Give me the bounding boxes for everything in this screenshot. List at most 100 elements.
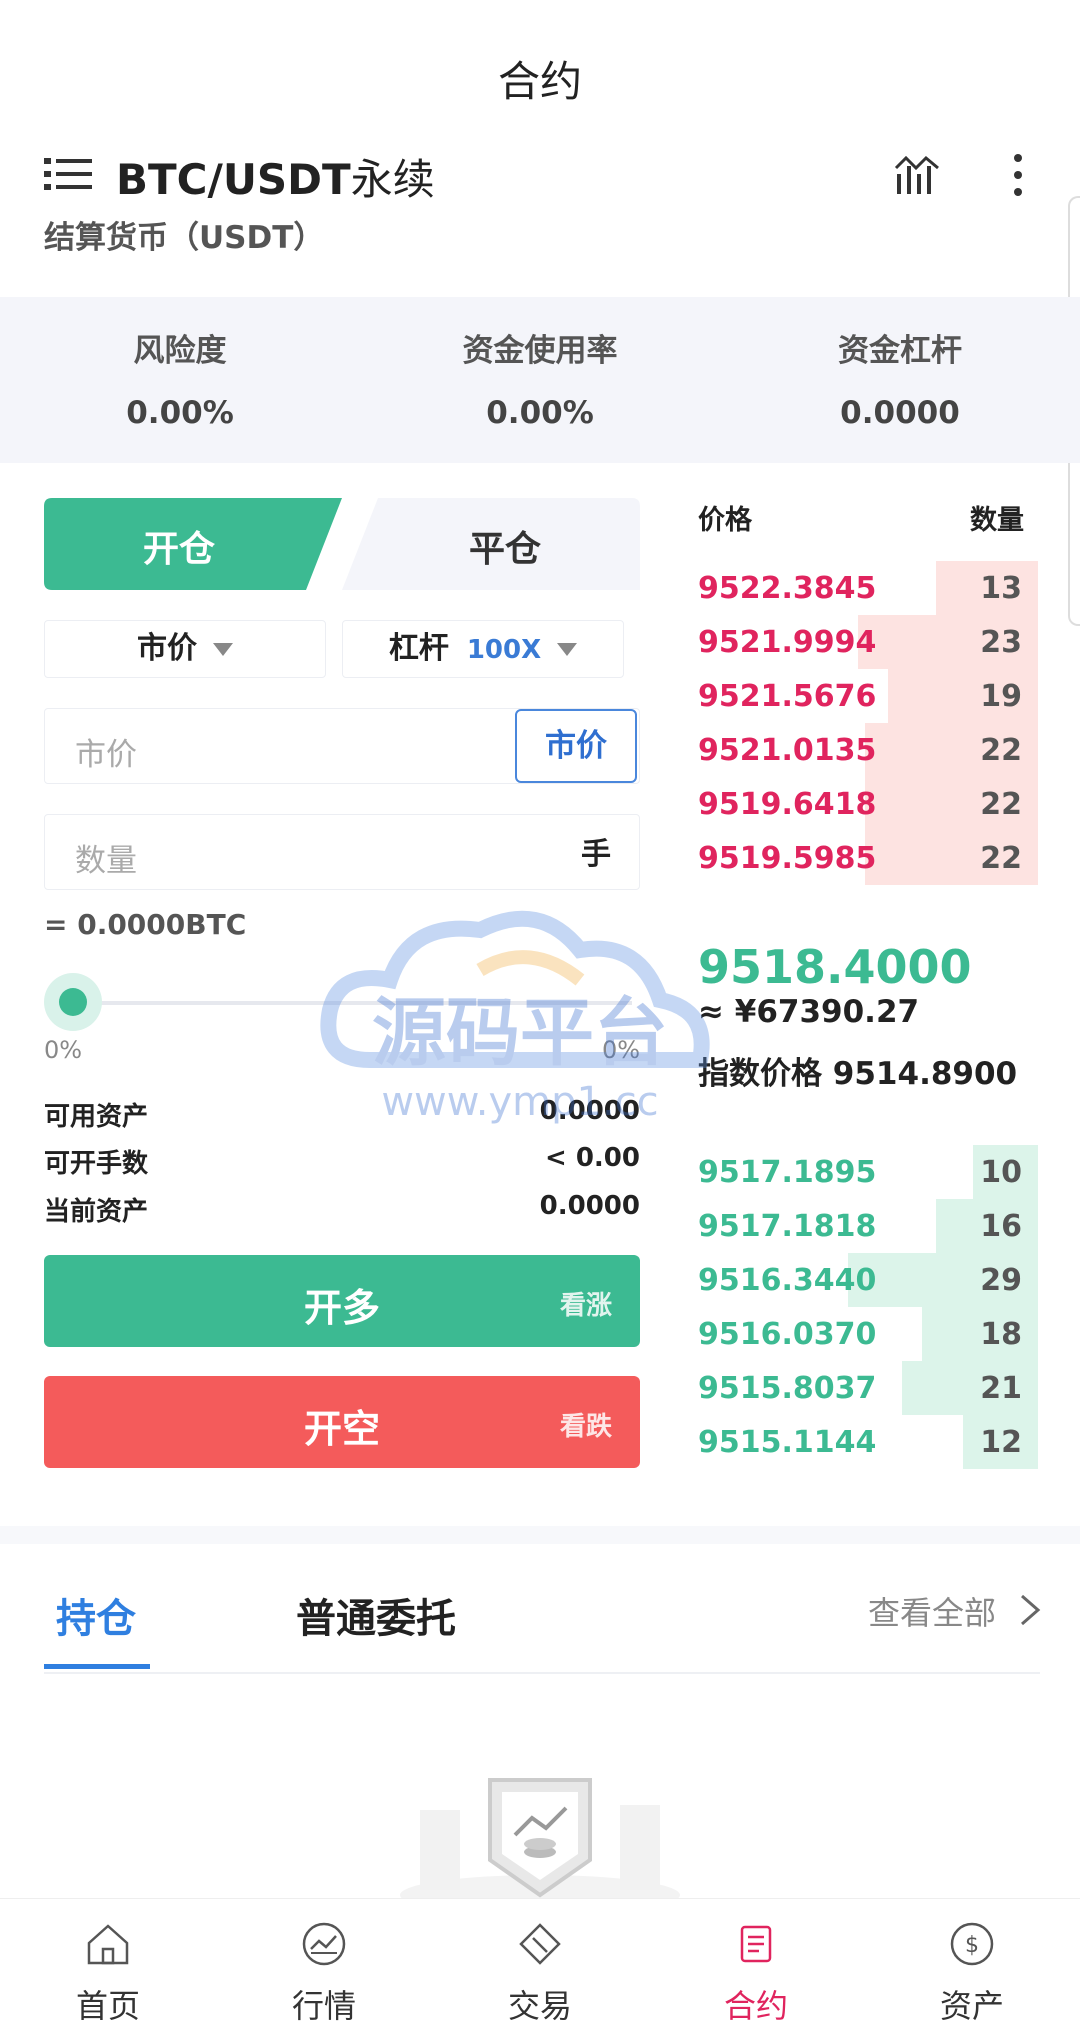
open-short-hint: 看跌 bbox=[559, 1412, 612, 1442]
tab-open-label: 开仓 bbox=[142, 529, 215, 570]
nav-label: 首页 bbox=[75, 1987, 140, 2025]
chevron-down-icon bbox=[213, 643, 233, 656]
tab-separator bbox=[44, 1672, 1040, 1674]
orderbook-price-header: 价格 bbox=[698, 505, 752, 536]
pair-row: BTC/USDT永续 结算货币（USDT） bbox=[0, 140, 1080, 290]
trade-diamond-icon bbox=[519, 1923, 561, 1965]
ask-quantity: 23 bbox=[980, 625, 1022, 660]
amount-slider-handle[interactable] bbox=[59, 988, 87, 1016]
risk-label: 资金使用率 bbox=[462, 333, 618, 369]
kline-chart-icon[interactable] bbox=[892, 150, 942, 200]
info-key: 可开手数 bbox=[44, 1149, 149, 1179]
open-long-label: 开多 bbox=[303, 1286, 380, 1330]
btc-equivalent: = 0.0000BTC bbox=[44, 908, 247, 941]
order-type-label: 市价 bbox=[137, 631, 197, 666]
ask-row[interactable]: 9521.5676 19 bbox=[698, 669, 1038, 723]
cny-price: ≈ ¥67390.27 bbox=[698, 994, 920, 1030]
open-short-button[interactable]: 开空 看跌 bbox=[44, 1376, 640, 1468]
index-price-label: 指数价格 bbox=[698, 1056, 822, 1092]
bid-quantity: 18 bbox=[980, 1317, 1022, 1352]
ask-price: 9521.0135 bbox=[698, 733, 877, 768]
ask-row[interactable]: 9519.6418 22 bbox=[698, 777, 1038, 831]
bid-row[interactable]: 9517.1895 10 bbox=[698, 1145, 1038, 1199]
more-vertical-icon[interactable] bbox=[1000, 150, 1036, 200]
quantity-input[interactable]: 数量 手 bbox=[44, 814, 640, 890]
risk-value: 0.00% bbox=[126, 395, 234, 431]
leverage-select[interactable]: 杠杆 100X bbox=[342, 620, 624, 678]
nav-label: 合约 bbox=[723, 1987, 788, 2025]
bid-row[interactable]: 9515.8037 21 bbox=[698, 1361, 1038, 1415]
bid-quantity: 10 bbox=[980, 1155, 1022, 1190]
list-menu-icon[interactable] bbox=[44, 154, 92, 194]
fund-leverage: 资金杠杆 0.0000 bbox=[720, 297, 1080, 463]
bid-price: 9515.8037 bbox=[698, 1371, 877, 1406]
nav-contract[interactable]: 合约 bbox=[648, 1899, 864, 2038]
price-input[interactable]: 市价 市价 bbox=[44, 708, 640, 784]
watermark-logo: 源码平台 www.ymp1.cc bbox=[320, 910, 710, 1125]
tab-close-position[interactable]: 平仓 bbox=[340, 498, 640, 590]
section-divider bbox=[0, 1526, 1080, 1544]
risk-summary: 风险度 0.00% 资金使用率 0.00% 资金杠杆 0.0000 bbox=[0, 297, 1080, 463]
bid-row[interactable]: 9517.1818 16 bbox=[698, 1199, 1038, 1253]
ask-quantity: 22 bbox=[980, 841, 1022, 876]
info-value: < 0.00 bbox=[545, 1143, 640, 1173]
pair-name[interactable]: BTC/USDT永续 bbox=[116, 146, 435, 207]
ask-row[interactable]: 9522.3845 13 bbox=[698, 561, 1038, 615]
tab-positions[interactable]: 持仓 bbox=[56, 1586, 136, 1644]
bid-row[interactable]: 9515.1144 12 bbox=[698, 1415, 1038, 1469]
risk-value: 0.00% bbox=[486, 395, 594, 431]
ask-row[interactable]: 9521.0135 22 bbox=[698, 723, 1038, 777]
nav-label: 行情 bbox=[291, 1987, 356, 2025]
last-price: 9518.4000 bbox=[698, 940, 972, 994]
chevron-down-icon bbox=[557, 643, 578, 656]
contract-document-icon bbox=[740, 1925, 772, 1963]
page-title: 合约 bbox=[497, 57, 582, 106]
market-price-button[interactable]: 市价 bbox=[515, 709, 637, 783]
order-type-select[interactable]: 市价 bbox=[44, 620, 326, 678]
ask-quantity: 13 bbox=[980, 571, 1022, 606]
ask-row[interactable]: 9519.5985 22 bbox=[698, 831, 1038, 885]
tab-open-position[interactable]: 开仓 bbox=[44, 498, 344, 590]
nav-assets[interactable]: $ 资产 bbox=[864, 1899, 1080, 2038]
ask-price: 9521.5676 bbox=[698, 679, 877, 714]
leverage-label: 杠杆 bbox=[388, 631, 449, 666]
bid-quantity: 12 bbox=[980, 1425, 1022, 1460]
info-key: 可用资产 bbox=[44, 1102, 149, 1132]
quantity-placeholder: 数量 bbox=[75, 843, 137, 879]
top-bar: 合约 bbox=[0, 0, 1080, 140]
info-value: 0.0000 bbox=[539, 1191, 640, 1221]
risk-label: 风险度 bbox=[133, 333, 227, 369]
bid-row[interactable]: 9516.3440 29 bbox=[698, 1253, 1038, 1307]
ask-price: 9519.5985 bbox=[698, 841, 877, 876]
fund-usage: 资金使用率 0.00% bbox=[360, 297, 720, 463]
nav-trade[interactable]: 交易 bbox=[432, 1899, 648, 2038]
view-all-link[interactable]: 查看全部 bbox=[868, 1588, 996, 1634]
bid-price: 9516.3440 bbox=[698, 1263, 877, 1298]
chevron-right-icon[interactable] bbox=[1018, 1592, 1042, 1628]
tab-orders[interactable]: 普通委托 bbox=[296, 1586, 456, 1644]
market-chart-icon bbox=[302, 1922, 346, 1966]
slider-min-label: 0% bbox=[44, 1036, 83, 1064]
nav-market[interactable]: 行情 bbox=[216, 1899, 432, 2038]
dollar-coin-icon: $ bbox=[950, 1922, 994, 1966]
bid-row[interactable]: 9516.0370 18 bbox=[698, 1307, 1038, 1361]
nav-home[interactable]: 首页 bbox=[0, 1899, 216, 2038]
nav-label: 交易 bbox=[507, 1987, 572, 2025]
available-assets-row: 可用资产 0.0000 bbox=[44, 1096, 640, 1136]
bottom-nav: 首页 行情 交易 合约 $ 资产 bbox=[0, 1898, 1080, 2038]
ask-row[interactable]: 9521.9994 23 bbox=[698, 615, 1038, 669]
risk-value: 0.0000 bbox=[840, 395, 960, 431]
bid-quantity: 29 bbox=[980, 1263, 1022, 1298]
open-long-hint: 看涨 bbox=[559, 1291, 612, 1321]
ask-quantity: 19 bbox=[980, 679, 1022, 714]
bid-price: 9515.1144 bbox=[698, 1425, 877, 1460]
open-short-label: 开空 bbox=[303, 1407, 380, 1451]
risk-degree: 风险度 0.00% bbox=[0, 297, 360, 463]
active-tab-indicator bbox=[44, 1664, 150, 1669]
pair-suffix: 永续 bbox=[350, 155, 435, 204]
bid-quantity: 21 bbox=[980, 1371, 1022, 1406]
open-long-button[interactable]: 开多 看涨 bbox=[44, 1255, 640, 1347]
slider-max-label: 0% bbox=[602, 1036, 641, 1064]
amount-slider-track[interactable] bbox=[72, 1001, 632, 1005]
quantity-unit: 手 bbox=[581, 837, 611, 872]
